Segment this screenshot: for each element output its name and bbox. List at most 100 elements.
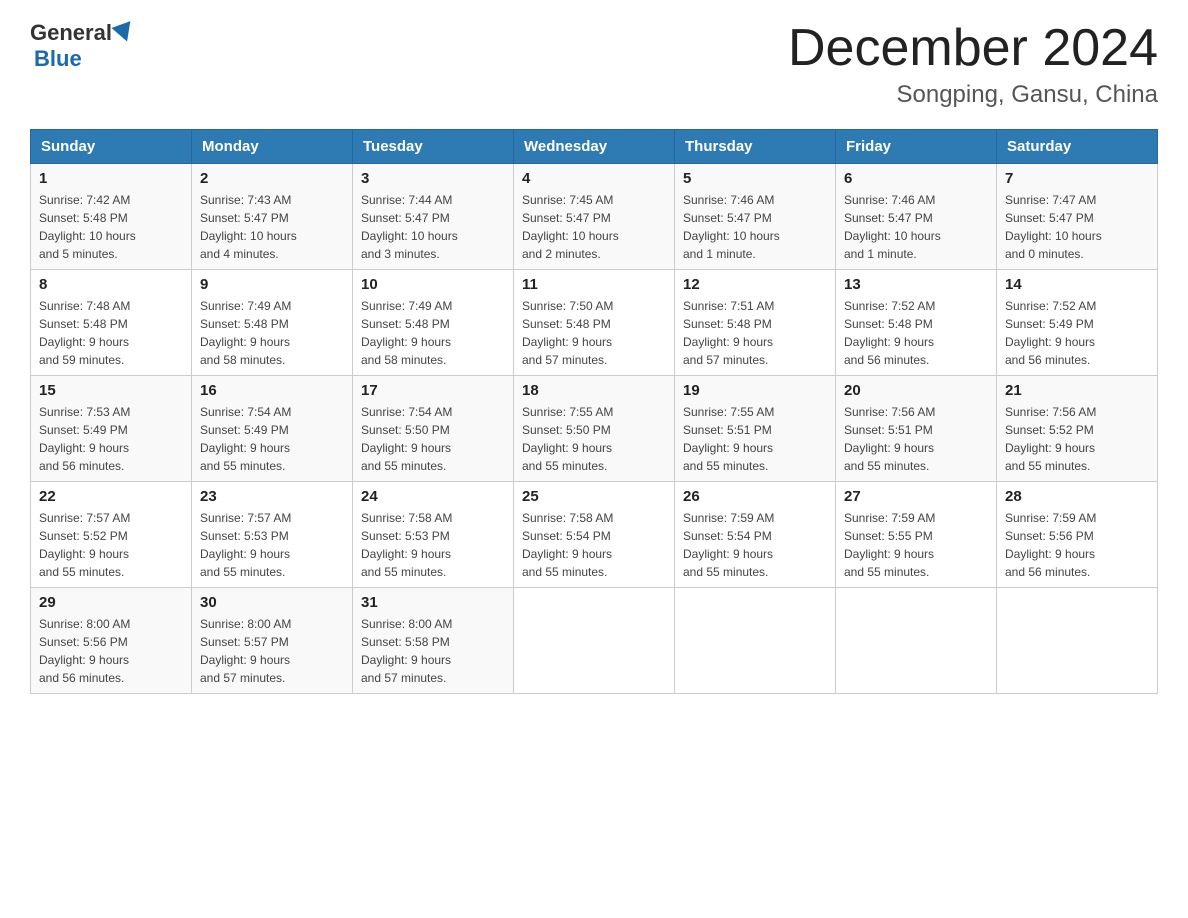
table-row: 23Sunrise: 7:57 AMSunset: 5:53 PMDayligh… <box>192 482 353 588</box>
table-row <box>836 588 997 694</box>
day-number: 1 <box>39 170 183 187</box>
table-row <box>675 588 836 694</box>
logo-text: General <box>30 20 136 46</box>
table-row: 8Sunrise: 7:48 AMSunset: 5:48 PMDaylight… <box>31 270 192 376</box>
day-number: 3 <box>361 170 505 187</box>
day-info: Sunrise: 7:55 AMSunset: 5:51 PMDaylight:… <box>683 403 827 475</box>
day-info: Sunrise: 7:49 AMSunset: 5:48 PMDaylight:… <box>361 297 505 369</box>
calendar-week-row: 29Sunrise: 8:00 AMSunset: 5:56 PMDayligh… <box>31 588 1158 694</box>
day-number: 17 <box>361 382 505 399</box>
day-info: Sunrise: 7:52 AMSunset: 5:49 PMDaylight:… <box>1005 297 1149 369</box>
day-info: Sunrise: 7:51 AMSunset: 5:48 PMDaylight:… <box>683 297 827 369</box>
day-info: Sunrise: 7:59 AMSunset: 5:55 PMDaylight:… <box>844 509 988 581</box>
table-row: 1 Sunrise: 7:42 AMSunset: 5:48 PMDaylight… <box>31 164 192 270</box>
day-info: Sunrise: 7:46 AMSunset: 5:47 PMDaylight:… <box>844 191 988 263</box>
day-info: Sunrise: 7:57 AMSunset: 5:52 PMDaylight:… <box>39 509 183 581</box>
day-info: Sunrise: 7:49 AMSunset: 5:48 PMDaylight:… <box>200 297 344 369</box>
day-number: 20 <box>844 382 988 399</box>
logo-triangle-icon <box>111 21 136 45</box>
day-number: 2 <box>200 170 344 187</box>
table-row <box>514 588 675 694</box>
day-number: 18 <box>522 382 666 399</box>
day-info: Sunrise: 7:47 AMSunset: 5:47 PMDaylight:… <box>1005 191 1149 263</box>
logo-general: General <box>30 20 112 46</box>
day-number: 27 <box>844 488 988 505</box>
table-row: 14Sunrise: 7:52 AMSunset: 5:49 PMDayligh… <box>997 270 1158 376</box>
day-number: 5 <box>683 170 827 187</box>
table-row: 13 Sunrise: 7:52 AMSunset: 5:48 PMDayligh… <box>836 270 997 376</box>
day-info: Sunrise: 8:00 AMSunset: 5:58 PMDaylight:… <box>361 615 505 687</box>
day-number: 28 <box>1005 488 1149 505</box>
day-info: Sunrise: 7:53 AMSunset: 5:49 PMDaylight:… <box>39 403 183 475</box>
day-number: 13 <box>844 276 988 293</box>
table-row: 20 Sunrise: 7:56 AMSunset: 5:51 PMDayligh… <box>836 376 997 482</box>
table-row: 29Sunrise: 8:00 AMSunset: 5:56 PMDayligh… <box>31 588 192 694</box>
day-info: Sunrise: 7:55 AMSunset: 5:50 PMDaylight:… <box>522 403 666 475</box>
day-number: 21 <box>1005 382 1149 399</box>
title-block: December 2024 Songping, Gansu, China <box>788 20 1158 109</box>
day-info: Sunrise: 7:59 AMSunset: 5:54 PMDaylight:… <box>683 509 827 581</box>
table-row: 4 Sunrise: 7:45 AMSunset: 5:47 PMDaylight… <box>514 164 675 270</box>
day-info: Sunrise: 7:46 AMSunset: 5:47 PMDaylight:… <box>683 191 827 263</box>
page-header: General Blue December 2024 Songping, Gan… <box>30 20 1158 109</box>
calendar-body: 1 Sunrise: 7:42 AMSunset: 5:48 PMDaylight… <box>31 164 1158 694</box>
calendar-header: Sunday Monday Tuesday Wednesday Thursday… <box>31 130 1158 164</box>
calendar-week-row: 1 Sunrise: 7:42 AMSunset: 5:48 PMDaylight… <box>31 164 1158 270</box>
col-saturday: Saturday <box>997 130 1158 164</box>
location: Songping, Gansu, China <box>788 81 1158 109</box>
calendar-week-row: 15Sunrise: 7:53 AMSunset: 5:49 PMDayligh… <box>31 376 1158 482</box>
table-row: 2Sunrise: 7:43 AMSunset: 5:47 PMDaylight… <box>192 164 353 270</box>
col-friday: Friday <box>836 130 997 164</box>
day-number: 9 <box>200 276 344 293</box>
day-info: Sunrise: 7:58 AMSunset: 5:53 PMDaylight:… <box>361 509 505 581</box>
calendar-week-row: 8Sunrise: 7:48 AMSunset: 5:48 PMDaylight… <box>31 270 1158 376</box>
table-row: 31 Sunrise: 8:00 AMSunset: 5:58 PMDayligh… <box>353 588 514 694</box>
day-number: 22 <box>39 488 183 505</box>
table-row: 21Sunrise: 7:56 AMSunset: 5:52 PMDayligh… <box>997 376 1158 482</box>
table-row: 28 Sunrise: 7:59 AMSunset: 5:56 PMDayligh… <box>997 482 1158 588</box>
col-sunday: Sunday <box>31 130 192 164</box>
table-row: 12Sunrise: 7:51 AMSunset: 5:48 PMDayligh… <box>675 270 836 376</box>
table-row: 25Sunrise: 7:58 AMSunset: 5:54 PMDayligh… <box>514 482 675 588</box>
table-row: 22 Sunrise: 7:57 AMSunset: 5:52 PMDayligh… <box>31 482 192 588</box>
day-number: 26 <box>683 488 827 505</box>
table-row: 6 Sunrise: 7:46 AMSunset: 5:47 PMDaylight… <box>836 164 997 270</box>
day-number: 24 <box>361 488 505 505</box>
day-number: 16 <box>200 382 344 399</box>
table-row: 19 Sunrise: 7:55 AMSunset: 5:51 PMDayligh… <box>675 376 836 482</box>
logo-blue-text: Blue <box>34 46 82 71</box>
day-number: 30 <box>200 594 344 611</box>
day-info: Sunrise: 7:42 AMSunset: 5:48 PMDaylight:… <box>39 191 183 263</box>
table-row: 18 Sunrise: 7:55 AMSunset: 5:50 PMDayligh… <box>514 376 675 482</box>
table-row: 5 Sunrise: 7:46 AMSunset: 5:47 PMDaylight… <box>675 164 836 270</box>
table-row: 16Sunrise: 7:54 AMSunset: 5:49 PMDayligh… <box>192 376 353 482</box>
table-row: 11Sunrise: 7:50 AMSunset: 5:48 PMDayligh… <box>514 270 675 376</box>
day-info: Sunrise: 7:44 AMSunset: 5:47 PMDaylight:… <box>361 191 505 263</box>
calendar-table: Sunday Monday Tuesday Wednesday Thursday… <box>30 129 1158 694</box>
table-row: 24 Sunrise: 7:58 AMSunset: 5:53 PMDayligh… <box>353 482 514 588</box>
table-row: 9 Sunrise: 7:49 AMSunset: 5:48 PMDaylight… <box>192 270 353 376</box>
day-number: 8 <box>39 276 183 293</box>
day-info: Sunrise: 7:50 AMSunset: 5:48 PMDaylight:… <box>522 297 666 369</box>
day-info: Sunrise: 7:54 AMSunset: 5:50 PMDaylight:… <box>361 403 505 475</box>
day-number: 4 <box>522 170 666 187</box>
day-info: Sunrise: 7:59 AMSunset: 5:56 PMDaylight:… <box>1005 509 1149 581</box>
day-number: 31 <box>361 594 505 611</box>
table-row: 15Sunrise: 7:53 AMSunset: 5:49 PMDayligh… <box>31 376 192 482</box>
day-number: 19 <box>683 382 827 399</box>
table-row: 7 Sunrise: 7:47 AMSunset: 5:47 PMDaylight… <box>997 164 1158 270</box>
logo: General Blue <box>30 20 136 72</box>
day-info: Sunrise: 7:52 AMSunset: 5:48 PMDaylight:… <box>844 297 988 369</box>
header-row: Sunday Monday Tuesday Wednesday Thursday… <box>31 130 1158 164</box>
col-tuesday: Tuesday <box>353 130 514 164</box>
day-info: Sunrise: 7:45 AMSunset: 5:47 PMDaylight:… <box>522 191 666 263</box>
day-number: 23 <box>200 488 344 505</box>
day-info: Sunrise: 7:56 AMSunset: 5:51 PMDaylight:… <box>844 403 988 475</box>
table-row <box>997 588 1158 694</box>
day-number: 7 <box>1005 170 1149 187</box>
table-row: 30Sunrise: 8:00 AMSunset: 5:57 PMDayligh… <box>192 588 353 694</box>
calendar-week-row: 22 Sunrise: 7:57 AMSunset: 5:52 PMDayligh… <box>31 482 1158 588</box>
col-wednesday: Wednesday <box>514 130 675 164</box>
table-row: 26 Sunrise: 7:59 AMSunset: 5:54 PMDayligh… <box>675 482 836 588</box>
day-number: 6 <box>844 170 988 187</box>
